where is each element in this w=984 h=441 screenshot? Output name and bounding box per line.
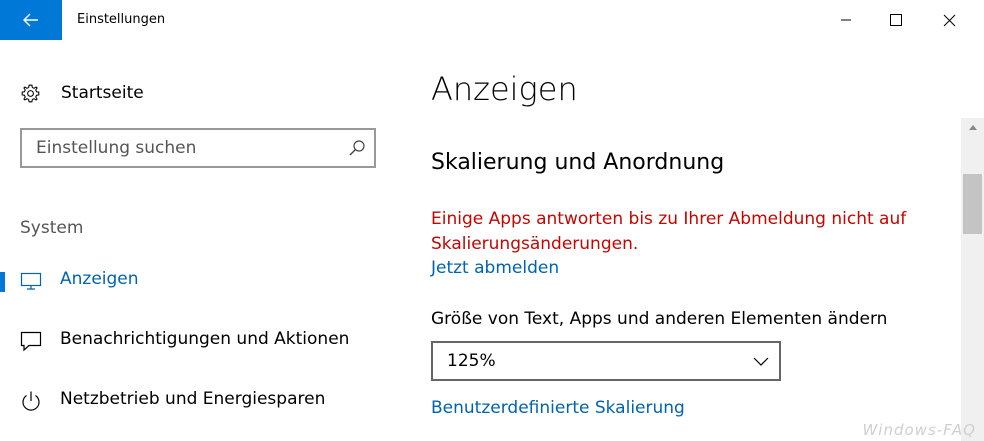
power-icon xyxy=(22,391,40,411)
watermark: Windows-FAQ xyxy=(862,421,976,439)
search-input[interactable] xyxy=(22,130,356,166)
scroll-thumb[interactable] xyxy=(963,174,982,234)
gear-icon xyxy=(21,84,40,102)
vertical-scrollbar[interactable] xyxy=(961,118,984,441)
sidebar-item-label: Benachrichtigungen und Aktionen xyxy=(60,329,350,349)
back-button[interactable] xyxy=(0,0,62,40)
close-button[interactable] xyxy=(926,0,972,40)
sign-out-link[interactable]: Jetzt abmelden xyxy=(431,258,559,278)
minimize-button[interactable] xyxy=(823,0,869,40)
scale-value: 125% xyxy=(447,351,496,371)
sidebar-item-label: Netzbetrieb und Energiesparen xyxy=(60,389,326,409)
section-header-system: System xyxy=(20,218,84,238)
close-icon xyxy=(943,14,955,26)
arrow-left-icon xyxy=(23,13,38,27)
monitor-icon xyxy=(20,272,42,290)
selection-indicator xyxy=(0,272,5,292)
sidebar: Startseite System Anzeigen Benachrichtig… xyxy=(0,40,400,441)
sidebar-item-netzbetrieb[interactable]: Netzbetrieb und Energiesparen xyxy=(0,380,400,420)
home-label: Startseite xyxy=(61,83,144,103)
chevron-up-icon xyxy=(968,125,977,130)
search-box[interactable] xyxy=(20,128,376,168)
maximize-icon xyxy=(890,14,902,26)
sidebar-item-benachrichtigungen[interactable]: Benachrichtigungen und Aktionen xyxy=(0,320,400,360)
page-title: Anzeigen xyxy=(431,70,578,108)
window-title: Einstellungen xyxy=(77,12,166,27)
scale-label: Größe von Text, Apps und anderen Element… xyxy=(431,309,888,329)
chevron-down-icon xyxy=(753,357,769,366)
scroll-up-button[interactable] xyxy=(961,118,984,136)
section-title: Skalierung und Anordnung xyxy=(431,150,725,175)
maximize-button[interactable] xyxy=(873,0,919,40)
home-link[interactable]: Startseite xyxy=(20,78,144,108)
search-icon[interactable] xyxy=(348,139,366,157)
title-bar: Einstellungen xyxy=(0,0,984,40)
scale-dropdown[interactable]: 125% xyxy=(431,341,781,381)
scaling-warning: Einige Apps antworten bis zu Ihrer Abmel… xyxy=(431,209,907,254)
notification-icon xyxy=(20,331,42,352)
custom-scaling-link[interactable]: Benutzerdefinierte Skalierung xyxy=(431,398,685,418)
sidebar-item-label: Anzeigen xyxy=(60,269,139,289)
sidebar-item-anzeigen[interactable]: Anzeigen xyxy=(0,260,400,300)
minimize-icon xyxy=(841,19,851,21)
